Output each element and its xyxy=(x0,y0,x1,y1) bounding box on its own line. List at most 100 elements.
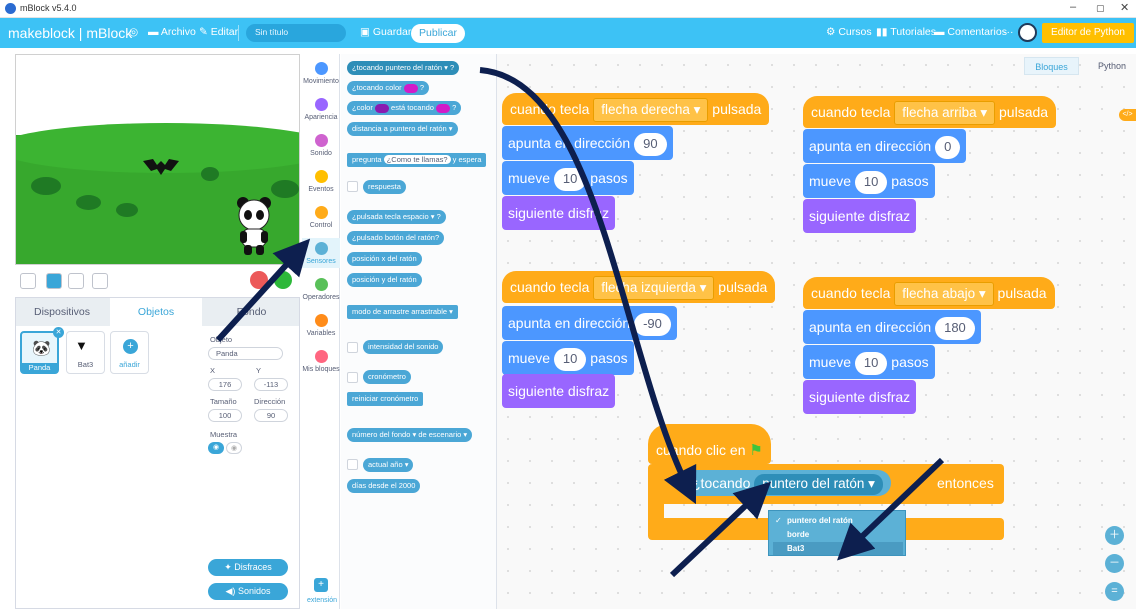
code-toggle-icon[interactable]: </> xyxy=(1119,109,1136,121)
size-input[interactable]: 100 xyxy=(208,409,242,422)
point-direction-block[interactable]: apunta en dirección 0 xyxy=(803,129,967,163)
project-title-input[interactable]: Sin título xyxy=(246,24,346,42)
color-swatch-icon[interactable] xyxy=(403,83,418,93)
category-movimiento[interactable]: Movimiento xyxy=(302,62,340,85)
direction-input[interactable]: 0 xyxy=(935,135,961,159)
user-avatar[interactable] xyxy=(1018,23,1037,42)
palette-block-mouse-x[interactable]: posición x del ratón xyxy=(347,252,422,266)
large-stage-icon[interactable] xyxy=(68,273,84,289)
delete-sprite-icon[interactable]: ✕ xyxy=(53,327,64,338)
menu-editar[interactable]: ✎ Editar xyxy=(199,26,238,38)
direction-input[interactable]: 180 xyxy=(935,316,975,340)
direction-input[interactable]: 90 xyxy=(634,132,667,156)
category-variables[interactable]: Variables xyxy=(302,314,340,337)
point-direction-block[interactable]: apunta en dirección 90 xyxy=(502,126,673,160)
direction-input[interactable]: 90 xyxy=(254,409,288,422)
close-button[interactable]: ✕ xyxy=(1120,1,1129,14)
hat-block-up[interactable]: cuando tecla flecha arriba ▾ pulsada xyxy=(803,96,1057,128)
zoom-in-icon[interactable]: ＋ xyxy=(1105,526,1124,545)
category-sonido[interactable]: Sonido xyxy=(302,134,340,157)
move-block[interactable]: mueve 10 pasos xyxy=(502,341,634,375)
grid-layout-icon[interactable] xyxy=(92,273,108,289)
more-menu-button[interactable]: ··· xyxy=(1003,26,1014,38)
category-eventos[interactable]: Eventos xyxy=(302,170,340,193)
tab-bloques[interactable]: Bloques xyxy=(1024,57,1079,75)
menu-archivo[interactable]: ▬ Archivo xyxy=(148,26,196,38)
sprite-thumb-panda[interactable]: 🐼 Panda xyxy=(20,331,59,374)
direction-input[interactable]: -90 xyxy=(634,312,671,336)
tutorials-link[interactable]: ▮▮ Tutoriales xyxy=(876,26,936,38)
category-control[interactable]: Control xyxy=(302,206,340,229)
comments-link[interactable]: ▬ Comentarios xyxy=(934,26,1007,38)
steps-input[interactable]: 10 xyxy=(553,167,587,191)
palette-block-touching[interactable]: ¿tocando puntero del ratón ▾ ? xyxy=(347,61,460,75)
sprite-thumb-bat3[interactable]: ▼ Bat3 xyxy=(66,331,105,374)
category-operadores[interactable]: Operadores xyxy=(302,278,340,301)
palette-block-color-touching[interactable]: ¿color está tocando ? xyxy=(347,101,462,115)
color-swatch-icon[interactable] xyxy=(436,103,451,113)
zoom-reset-icon[interactable]: = xyxy=(1105,582,1124,601)
key-dropdown[interactable]: flecha izquierda ▾ xyxy=(593,276,715,301)
next-costume-block[interactable]: siguiente disfraz xyxy=(803,199,917,233)
checkbox[interactable] xyxy=(347,342,358,353)
bat-sprite[interactable] xyxy=(141,155,181,181)
palette-block-backdrop-of[interactable]: número del fondo ▾ de escenario ▾ xyxy=(347,428,473,442)
x-input[interactable]: 176 xyxy=(208,378,242,391)
category-apariencia[interactable]: Apariencia xyxy=(302,98,340,121)
palette-block-ask[interactable]: pregunta ¿Como te llamas? y espera xyxy=(347,153,487,167)
category-mis-bloques[interactable]: Mis bloques xyxy=(302,350,340,373)
palette-block-timer[interactable]: cronómetro xyxy=(363,370,411,384)
maximize-button[interactable]: ▢ xyxy=(1096,3,1105,14)
hat-block-left[interactable]: cuando tecla flecha izquierda ▾ pulsada xyxy=(502,271,776,303)
panda-sprite[interactable] xyxy=(234,195,274,257)
touching-object-dropdown[interactable]: puntero del ratón ▾ xyxy=(754,473,883,495)
minimize-button[interactable]: – xyxy=(1070,1,1076,13)
sounds-button[interactable]: ◀) Sonidos xyxy=(208,583,288,600)
steps-input[interactable]: 10 xyxy=(553,347,587,371)
category-sensores[interactable]: Sensores xyxy=(302,238,340,268)
palette-block-loudness[interactable]: intensidad del sonido xyxy=(363,340,444,354)
small-stage-icon[interactable] xyxy=(46,273,62,289)
save-button[interactable]: ▣ Guardar xyxy=(360,26,411,38)
block-input[interactable]: ¿Como te llamas? xyxy=(383,155,451,164)
fullscreen-icon[interactable] xyxy=(20,273,36,289)
object-name-input[interactable]: Panda xyxy=(208,347,283,360)
y-input[interactable]: -113 xyxy=(254,378,288,391)
hide-eye-icon[interactable]: ◉ xyxy=(226,442,242,454)
palette-block-mouse-down[interactable]: ¿pulsado botón del ratón? xyxy=(347,231,445,245)
costumes-button[interactable]: ✦ Disfraces xyxy=(208,559,288,576)
green-flag-icon[interactable] xyxy=(274,271,292,289)
palette-block-reset-timer[interactable]: reiniciar cronómetro xyxy=(347,392,424,406)
palette-block-mouse-y[interactable]: posición y del ratón xyxy=(347,273,422,287)
checkbox[interactable] xyxy=(347,181,358,192)
point-direction-block[interactable]: apunta en dirección -90 xyxy=(502,306,677,340)
palette-block-drag-mode[interactable]: modo de arrastre arrastrable ▾ xyxy=(347,305,458,319)
tab-objetos[interactable]: Objetos xyxy=(110,298,202,326)
show-eye-icon[interactable]: ◉ xyxy=(208,442,224,454)
next-costume-block[interactable]: siguiente disfraz xyxy=(502,196,616,230)
add-extension-button[interactable]: + xyxy=(314,578,328,592)
move-block[interactable]: mueve 10 pasos xyxy=(803,164,935,198)
dropdown-option-edge[interactable]: borde xyxy=(773,528,903,541)
steps-input[interactable]: 10 xyxy=(854,170,888,194)
add-sprite-button[interactable]: + añadir xyxy=(110,331,149,374)
key-dropdown[interactable]: flecha abajo ▾ xyxy=(894,282,994,307)
key-dropdown[interactable]: flecha arriba ▾ xyxy=(894,101,996,126)
stage-canvas[interactable] xyxy=(15,54,300,265)
tab-fondo[interactable]: Fondo xyxy=(204,298,299,326)
palette-block-days-since[interactable]: días desde el 2000 xyxy=(347,479,421,493)
color-swatch-icon[interactable] xyxy=(374,103,389,113)
palette-block-touching-color[interactable]: ¿tocando color ? xyxy=(347,81,429,95)
stop-icon[interactable] xyxy=(250,271,268,289)
dropdown-option-mouse[interactable]: ✓ puntero del ratón xyxy=(773,514,903,527)
key-dropdown[interactable]: flecha derecha ▾ xyxy=(593,98,709,123)
dropdown-option-bat3[interactable]: Bat3 xyxy=(773,542,903,555)
move-block[interactable]: mueve 10 pasos xyxy=(803,345,935,379)
hat-block-right[interactable]: cuando tecla flecha derecha ▾ pulsada xyxy=(502,93,770,125)
checkbox[interactable] xyxy=(347,372,358,383)
hat-block-down[interactable]: cuando tecla flecha abajo ▾ pulsada xyxy=(803,277,1055,309)
palette-block-key-pressed[interactable]: ¿pulsada tecla espacio ▾ ? xyxy=(347,210,446,224)
tab-dispositivos[interactable]: Dispositivos xyxy=(16,298,108,326)
palette-block-current[interactable]: actual año ▾ xyxy=(363,458,414,472)
next-costume-block[interactable]: siguiente disfraz xyxy=(502,374,616,408)
